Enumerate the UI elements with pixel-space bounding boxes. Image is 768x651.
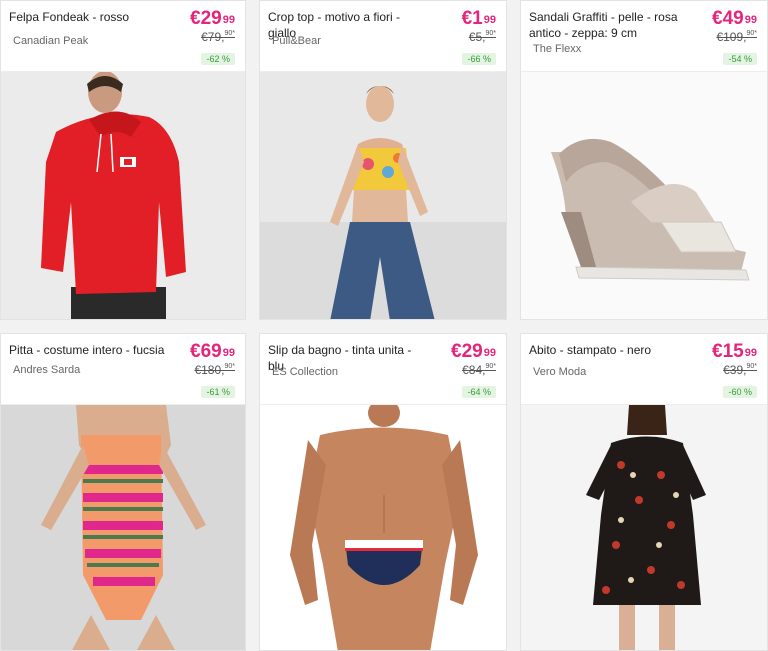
product-brand: Canadian Peak xyxy=(13,35,89,47)
discount-badge: -60 % xyxy=(723,386,757,398)
product-price: €1599 xyxy=(712,341,757,362)
product-price: €4999 xyxy=(712,8,757,29)
product-brand: Vero Moda xyxy=(533,366,587,378)
product-image[interactable] xyxy=(260,405,506,650)
product-image[interactable] xyxy=(1,405,245,650)
discount-badge: -54 % xyxy=(723,53,757,65)
product-old-price: €5,90* xyxy=(468,30,496,44)
product-title[interactable]: Pitta - costume intero - fucsia xyxy=(9,342,169,358)
product-old-price: €180,90* xyxy=(194,363,235,377)
product-card[interactable]: Slip da bagno - tinta unita - blu ES Col… xyxy=(259,333,507,651)
product-brand: ES Collection xyxy=(272,366,339,378)
product-card[interactable]: Abito - stampato - nero Vero Moda €1599 … xyxy=(520,333,768,651)
product-brand: Andres Sarda xyxy=(13,364,81,376)
discount-badge: -62 % xyxy=(201,53,235,65)
product-image[interactable] xyxy=(521,72,767,319)
product-title[interactable]: Felpa Fondeak - rosso xyxy=(9,9,169,25)
product-card[interactable]: Crop top - motivo a fiori - giallo Pull&… xyxy=(259,0,507,320)
product-card[interactable]: Felpa Fondeak - rosso Canadian Peak €299… xyxy=(0,0,246,320)
product-image[interactable] xyxy=(260,72,506,319)
product-price: €2999 xyxy=(451,341,496,362)
discount-badge: -61 % xyxy=(201,386,235,398)
product-card[interactable]: Sandali Graffiti - pelle - rosa antico -… xyxy=(520,0,768,320)
product-old-price: €109,90* xyxy=(716,30,757,44)
discount-badge: -64 % xyxy=(462,386,496,398)
product-old-price: €79,90* xyxy=(201,30,235,44)
product-brand: Pull&Bear xyxy=(272,35,321,47)
product-brand: The Flexx xyxy=(533,43,582,55)
product-grid: Felpa Fondeak - rosso Canadian Peak €299… xyxy=(0,0,768,651)
product-title[interactable]: Abito - stampato - nero xyxy=(529,342,689,358)
product-price: €2999 xyxy=(190,8,235,29)
discount-badge: -66 % xyxy=(462,53,496,65)
product-image[interactable] xyxy=(1,72,245,319)
product-image[interactable] xyxy=(521,405,767,650)
product-card[interactable]: Pitta - costume intero - fucsia Andres S… xyxy=(0,333,246,651)
product-old-price: €84,90* xyxy=(462,363,496,377)
product-price: €6999 xyxy=(190,341,235,362)
product-price: €199 xyxy=(461,8,496,29)
product-old-price: €39,90* xyxy=(723,363,757,377)
product-title[interactable]: Sandali Graffiti - pelle - rosa antico -… xyxy=(529,9,689,41)
